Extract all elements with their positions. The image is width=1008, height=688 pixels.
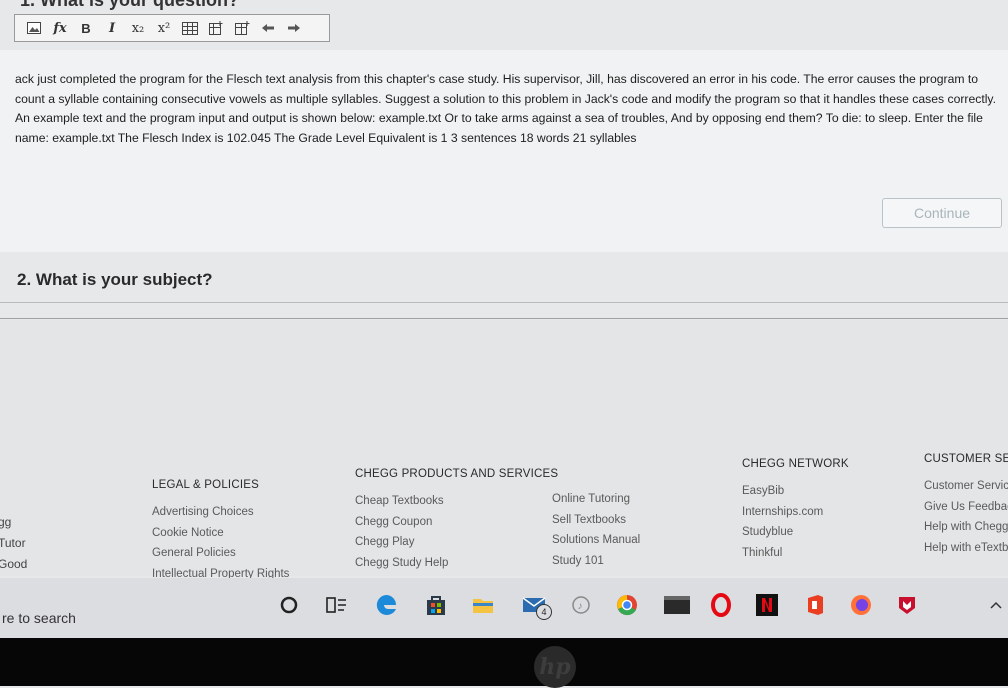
footer-link[interactable]: Cheap Textbooks	[355, 491, 558, 512]
footer-link[interactable]: Chegg Coupon	[355, 512, 558, 533]
netflix-icon[interactable]	[754, 592, 780, 618]
footer-link[interactable]: Online Tutoring	[552, 489, 640, 510]
subscript-icon[interactable]: x₂	[125, 16, 151, 40]
footer-link[interactable]: Solutions Manual	[552, 530, 640, 551]
chevron-up-icon[interactable]	[986, 592, 1006, 618]
mail-badge: 4	[536, 604, 552, 620]
footer-heading: CUSTOMER SERV	[924, 453, 1008, 465]
divider	[0, 318, 1008, 319]
table-icon[interactable]	[177, 16, 203, 40]
divider	[0, 302, 1008, 303]
laptop-bezel	[0, 638, 1008, 686]
mcafee-icon[interactable]	[894, 592, 920, 618]
image-icon[interactable]	[21, 16, 47, 40]
chrome-icon[interactable]	[614, 592, 640, 618]
footer-link[interactable]: Tutor	[0, 533, 41, 554]
footer-heading: CHEGG PRODUCTS AND SERVICES	[355, 468, 559, 480]
file-explorer-icon[interactable]	[470, 592, 496, 618]
footer-legal-column: LEGAL & POLICIES Advertising Choices Coo…	[152, 479, 289, 584]
redo-icon[interactable]	[281, 16, 307, 40]
formula-icon[interactable]: fx	[47, 16, 73, 40]
cortana-icon[interactable]	[276, 592, 302, 618]
footer-network-column: CHEGG NETWORK EasyBib Internships.com St…	[742, 458, 849, 563]
footer-link[interactable]: Advertising Choices	[152, 502, 289, 523]
insert-column-icon[interactable]	[229, 16, 255, 40]
bold-icon[interactable]: B	[73, 16, 99, 40]
footer-link[interactable]: EasyBib	[742, 481, 849, 502]
footer-products-column-2: Online Tutoring Sell Textbooks Solutions…	[552, 489, 640, 571]
svg-text:♪: ♪	[578, 601, 583, 612]
store-icon[interactable]	[423, 592, 449, 618]
hp-logo: hp	[534, 646, 576, 688]
italic-icon[interactable]: I	[99, 16, 125, 40]
terminal-icon[interactable]	[662, 592, 692, 618]
footer-link[interactable]: General Policies	[152, 543, 289, 564]
footer-link[interactable]: Customer Service	[924, 476, 1008, 497]
superscript-icon[interactable]: x²	[151, 16, 177, 40]
question-heading-cut: 1. What is your question?	[20, 0, 240, 10]
firefox-icon[interactable]	[848, 592, 874, 618]
footer-link[interactable]: Good	[0, 554, 41, 575]
footer-link[interactable]: Give Us Feedbac	[924, 497, 1008, 518]
subject-heading: 2. What is your subject?	[17, 270, 213, 289]
search-text: re to search	[2, 610, 76, 626]
office-icon[interactable]	[802, 592, 828, 618]
footer-link[interactable]: Sell Textbooks	[552, 510, 640, 531]
footer-link[interactable]: gg	[0, 512, 41, 533]
footer-link[interactable]: Help with Chegg	[924, 517, 1008, 538]
footer-heading: CHEGG NETWORK	[742, 458, 849, 470]
footer-link[interactable]: Study 101	[552, 551, 640, 572]
continue-button[interactable]: Continue	[882, 198, 1002, 228]
mail-icon[interactable]: 4	[518, 592, 552, 620]
footer-link[interactable]: Cookie Notice	[152, 523, 289, 544]
music-icon[interactable]: ♪	[568, 592, 594, 618]
footer-link[interactable]: Help with eTextb	[924, 538, 1008, 559]
footer-link[interactable]: Chegg Study Help	[355, 553, 558, 574]
opera-icon[interactable]	[708, 592, 734, 618]
footer-link[interactable]: Internships.com	[742, 502, 849, 523]
editor-toolbar: fx B I x₂ x²	[14, 14, 330, 42]
footer-customer-column: CUSTOMER SERV Customer Service Give Us F…	[924, 453, 1008, 558]
taskbar-search[interactable]: re to search	[0, 598, 268, 638]
edge-icon[interactable]	[374, 592, 400, 618]
question-textarea[interactable]: ack just completed the program for the F…	[15, 70, 1005, 148]
footer-link[interactable]: Thinkful	[742, 543, 849, 564]
footer-link[interactable]: Chegg Play	[355, 532, 558, 553]
undo-icon[interactable]	[255, 16, 281, 40]
footer-products-column: CHEGG PRODUCTS AND SERVICES Cheap Textbo…	[355, 468, 558, 573]
footer-link[interactable]: Studyblue	[742, 522, 849, 543]
footer-heading: LEGAL & POLICIES	[152, 479, 259, 491]
insert-row-icon[interactable]	[203, 16, 229, 40]
task-view-icon[interactable]	[324, 592, 350, 618]
